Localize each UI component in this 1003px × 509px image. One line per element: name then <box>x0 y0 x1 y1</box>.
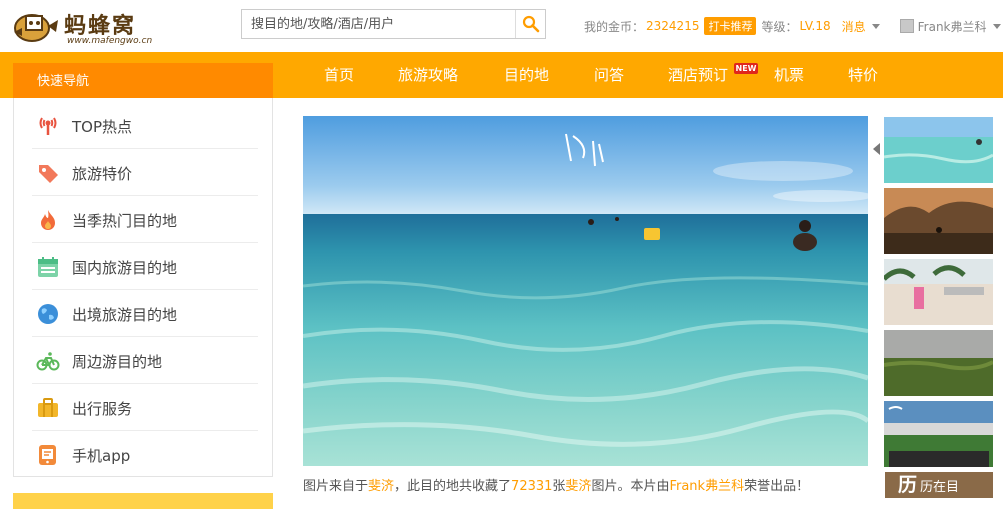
history-button[interactable]: 历历在目 <box>885 472 993 498</box>
sidebar-item-overseas[interactable]: 出境旅游目的地 <box>32 290 258 337</box>
nav-item-guides[interactable]: 旅游攻略 <box>398 52 458 98</box>
thumbnail-3[interactable] <box>884 259 993 325</box>
caption-text: ，此目的地共收藏了 <box>394 479 512 494</box>
sidebar-item-label: 出境旅游目的地 <box>72 306 178 324</box>
sidebar-item-label: 当季热门目的地 <box>72 212 178 230</box>
price-tag-icon <box>36 161 60 185</box>
coins-label: 我的金币： <box>584 19 645 34</box>
sidebar-item-travel-services[interactable]: 出行服务 <box>32 384 258 431</box>
hero-caption: 图片来自于斐济，此目的地共收藏了72331张斐济图片。本片由Frank弗兰科荣誉… <box>303 475 809 494</box>
ocean-photo <box>303 116 868 466</box>
search-input[interactable] <box>242 10 514 38</box>
caption-text: 图片。本片由 <box>591 479 670 494</box>
sidebar-item-top-hot[interactable]: TOP热点 <box>32 102 258 149</box>
carousel-prev-icon[interactable] <box>873 143 880 155</box>
thumbnail-4[interactable] <box>884 330 993 396</box>
caption-text: 张 <box>552 479 566 494</box>
sidebar-item-deals[interactable]: 旅游特价 <box>32 149 258 196</box>
logo-bee-icon <box>14 14 58 42</box>
sidebar-item-label: 手机app <box>72 447 131 465</box>
sidebar-item-label: 旅游特价 <box>72 165 133 183</box>
calendar-icon <box>36 255 60 279</box>
nav-item-home[interactable]: 首页 <box>324 52 354 98</box>
caption-place-link[interactable]: 斐济 <box>368 479 394 494</box>
nav-item-hotels[interactable]: 酒店预订 <box>668 52 728 98</box>
caption-author-link[interactable]: Frank弗兰科 <box>669 479 744 494</box>
quick-nav-sidebar: TOP热点 旅游特价 当季热门目的地 国内旅游目的地 出境旅游目的地 周边游目的… <box>13 98 273 477</box>
sidebar-item-seasonal[interactable]: 当季热门目的地 <box>32 196 258 243</box>
chevron-down-icon <box>992 23 1001 29</box>
hero-image[interactable] <box>303 116 868 466</box>
sidebar-banner[interactable] <box>13 493 273 509</box>
thumbnail-1[interactable] <box>884 117 993 183</box>
new-badge: NEW <box>734 63 758 74</box>
coins-value[interactable]: 2324215 <box>646 19 699 33</box>
level-label: 等级： <box>761 19 798 34</box>
top-bar: 蚂蜂窝 www.mafengwo.cn 我的金币： 2324215 打卡推荐 等… <box>0 0 1003 52</box>
username-menu[interactable]: Frank弗兰科 <box>918 18 987 35</box>
history-label: 历在目 <box>920 480 960 495</box>
checkin-badge[interactable]: 打卡推荐 <box>704 17 757 35</box>
search-icon <box>522 15 539 33</box>
thumbnail-5[interactable] <box>884 401 993 467</box>
thumbnail-2[interactable] <box>884 188 993 254</box>
sidebar-item-nearby[interactable]: 周边游目的地 <box>32 337 258 384</box>
history-char: 历 <box>898 474 918 496</box>
sidebar-item-label: 周边游目的地 <box>72 353 163 371</box>
globe-icon <box>36 302 60 326</box>
sidebar-item-mobile-app[interactable]: 手机app <box>32 431 258 478</box>
phone-icon <box>36 443 60 467</box>
site-logo[interactable]: 蚂蜂窝 www.mafengwo.cn <box>12 6 152 48</box>
nav-item-flights[interactable]: 机票 <box>774 52 804 98</box>
caption-place-link[interactable]: 斐济 <box>565 479 591 494</box>
avatar[interactable] <box>899 19 914 33</box>
nav-item-qa[interactable]: 问答 <box>594 52 624 98</box>
search-button[interactable] <box>515 10 545 38</box>
nav-item-destinations[interactable]: 目的地 <box>504 52 549 98</box>
sidebar-item-label: TOP热点 <box>72 118 133 136</box>
nav-item-deals[interactable]: 特价 <box>848 52 878 98</box>
sidebar-item-label: 国内旅游目的地 <box>72 259 178 277</box>
messages-menu[interactable]: 消息 <box>842 18 866 35</box>
suitcase-icon <box>36 396 60 420</box>
signal-tower-icon <box>36 114 60 138</box>
caption-text: 荣誉出品！ <box>744 479 810 494</box>
caption-count[interactable]: 72331 <box>511 479 552 494</box>
sidebar-item-domestic[interactable]: 国内旅游目的地 <box>32 243 258 290</box>
flame-icon <box>36 208 60 232</box>
level-value[interactable]: LV.18 <box>799 19 830 33</box>
logo-url: www.mafengwo.cn <box>67 36 153 46</box>
bicycle-icon <box>36 349 60 373</box>
search-box <box>241 9 546 39</box>
caption-text: 图片来自于 <box>303 479 369 494</box>
sidebar-item-label: 出行服务 <box>72 400 133 418</box>
user-info: 我的金币： 2324215 打卡推荐 等级： LV.18 消息 Frank弗兰科 <box>584 17 1001 35</box>
chevron-down-icon <box>871 23 880 29</box>
quick-nav-header[interactable]: 快速导航 <box>13 63 273 101</box>
